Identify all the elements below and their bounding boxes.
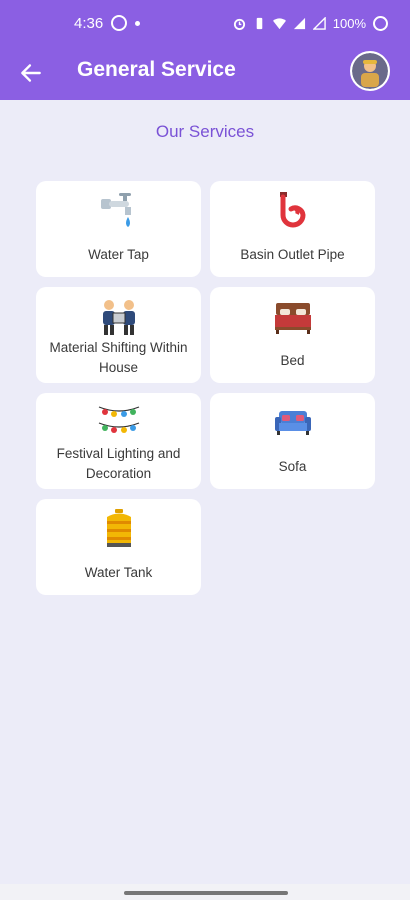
section-title: Our Services xyxy=(155,122,255,141)
app-bar: 4:36 100% General Service xyxy=(0,0,410,100)
whatsapp-icon xyxy=(111,15,128,31)
service-card-water-tank[interactable]: Water Tank xyxy=(36,499,201,595)
water-tank-icon xyxy=(106,509,131,547)
signal-2-icon xyxy=(312,16,326,30)
sofa-icon xyxy=(274,411,311,435)
service-card-water-tap[interactable]: Water Tap xyxy=(36,181,201,277)
service-card-material-shifting[interactable]: Material Shifting Within House xyxy=(36,287,201,383)
status-bar: 4:36 100% xyxy=(0,0,410,46)
back-arrow-icon[interactable] xyxy=(18,60,44,86)
service-card-festival-lighting[interactable]: Festival Lighting and Decoration xyxy=(36,393,201,489)
wifi-icon xyxy=(272,17,286,29)
movers-icon xyxy=(102,300,135,335)
page-title: General Service xyxy=(77,58,236,81)
battery-percent: 100% xyxy=(332,15,366,31)
service-label: Bed xyxy=(280,353,305,368)
water-tap-icon xyxy=(100,193,131,227)
service-label: Festival Lighting and Decoration xyxy=(56,446,181,481)
service-card-bed[interactable]: Bed xyxy=(210,287,375,383)
service-label: Water Tap xyxy=(88,247,149,262)
service-label: Sofa xyxy=(278,459,307,474)
vibrate-icon xyxy=(256,17,263,29)
service-label: Material Shifting Within House xyxy=(49,340,188,375)
pipe-icon xyxy=(279,192,306,228)
gesture-handle[interactable] xyxy=(124,891,288,895)
service-card-basin-outlet-pipe[interactable]: Basin Outlet Pipe xyxy=(210,181,375,277)
avatar[interactable] xyxy=(350,51,390,91)
bed-icon xyxy=(274,303,311,334)
signal-icon xyxy=(293,17,305,29)
alarm-icon xyxy=(233,18,245,30)
notification-dot-icon xyxy=(135,20,141,26)
toolbar: General Service xyxy=(0,46,410,100)
service-card-sofa[interactable]: Sofa xyxy=(210,393,375,489)
service-label: Water Tank xyxy=(84,565,153,580)
status-time: 4:36 xyxy=(74,14,104,32)
battery-icon xyxy=(373,15,388,31)
system-nav-bar xyxy=(0,884,410,900)
lights-icon xyxy=(98,406,139,433)
worker-avatar-icon xyxy=(352,53,388,89)
service-label: Basin Outlet Pipe xyxy=(240,247,345,262)
